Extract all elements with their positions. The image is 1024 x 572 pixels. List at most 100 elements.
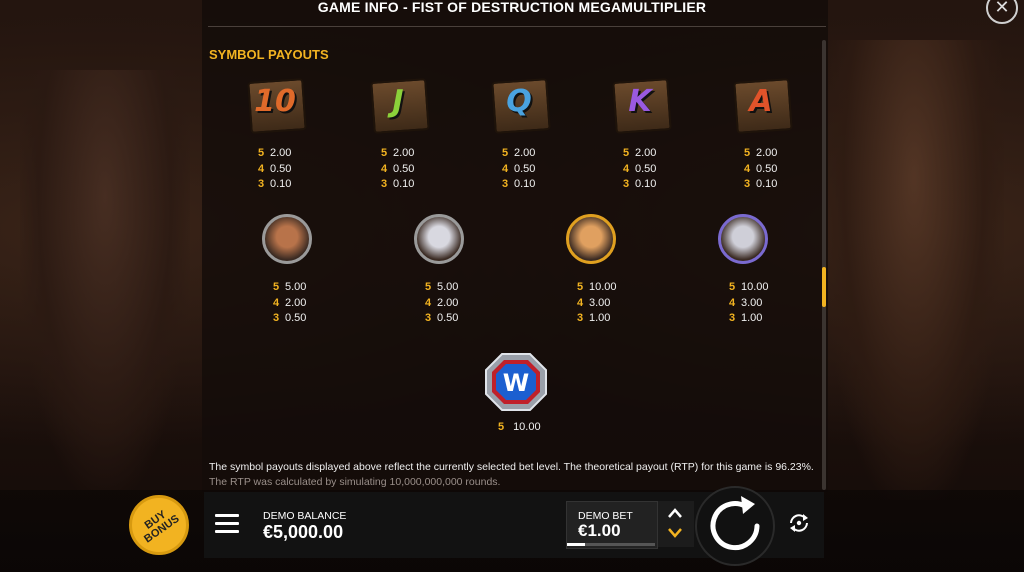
pay-value: 0.50 (393, 162, 415, 175)
pay-count: 5 (381, 147, 388, 159)
pay-row: 5 2.00 (502, 146, 535, 162)
symbol-letter: J (392, 84, 404, 119)
symbol-j-icon: J (366, 76, 430, 136)
pay-row: 5 10.00 (729, 280, 769, 296)
pay-value: 3.00 (741, 296, 763, 309)
background-fighter-left (20, 70, 190, 490)
balance-value: €5,000.00 (263, 522, 344, 542)
section-title: SYMBOL PAYOUTS (209, 47, 329, 62)
pay-value: 3.00 (589, 296, 611, 309)
pay-value: 0.50 (285, 312, 307, 324)
symbol-paytable: 5 5.00 4 2.00 3 0.50 (425, 280, 458, 327)
pay-value: 2.00 (270, 147, 292, 159)
pay-value: 0.10 (635, 178, 657, 190)
portrait-frame (414, 214, 464, 264)
pay-count: 5 (273, 281, 280, 293)
pay-row: 5 10.00 (577, 280, 617, 296)
symbol-paytable: 5 10.00 4 3.00 3 1.00 (729, 280, 769, 327)
page-title: GAME INFO - FIST OF DESTRUCTION MEGAMULT… (317, 0, 707, 15)
pay-row: 3 0.10 (744, 177, 777, 193)
pay-value: 0.50 (437, 312, 459, 324)
pay-value: 2.00 (437, 296, 459, 309)
pay-count: 5 (729, 281, 736, 293)
symbol-paytable: 5 2.00 4 0.50 3 0.10 (744, 146, 777, 193)
scrollbar-track[interactable] (822, 40, 826, 490)
pay-row: 3 0.10 (502, 177, 535, 193)
pay-value: 1.00 (741, 312, 763, 324)
pay-value: 2.00 (393, 147, 415, 159)
pay-row: 5 5.00 (273, 280, 306, 296)
symbol-paytable: 5 2.00 4 0.50 3 0.10 (502, 146, 535, 193)
scrollbar-thumb[interactable] (822, 267, 826, 307)
pay-count: 4 (425, 296, 432, 309)
pay-row: 3 1.00 (729, 311, 769, 327)
pay-row: 4 0.50 (502, 162, 535, 178)
pay-value: 10.00 (513, 421, 541, 433)
title-divider (208, 26, 826, 27)
bet-increase-icon[interactable] (667, 506, 683, 522)
wild-letter: W (503, 369, 529, 397)
symbol-paytable: 5 2.00 4 0.50 3 0.10 (381, 146, 414, 193)
rtp-line-1: The symbol payouts displayed above refle… (209, 461, 814, 473)
spin-button[interactable] (695, 486, 775, 566)
pay-count: 4 (258, 162, 265, 175)
symbol-paytable: 5 10.00 4 3.00 3 1.00 (577, 280, 617, 327)
symbol-paytable: 5 2.00 4 0.50 3 0.10 (623, 146, 656, 193)
background-fighter-right (824, 40, 1004, 500)
pay-value: 0.10 (270, 178, 292, 190)
symbol-10-icon: 10 (243, 76, 307, 136)
bet-decrease-icon[interactable] (667, 526, 683, 542)
portrait-frame (718, 214, 768, 264)
pay-row: 3 0.10 (258, 177, 291, 193)
pay-count: 3 (502, 178, 509, 190)
pay-value: 5.00 (437, 281, 459, 293)
pay-value: 0.50 (270, 162, 292, 175)
pay-row: 4 0.50 (258, 162, 291, 178)
pay-value: 0.50 (635, 162, 657, 175)
symbol-blond-fighter-icon (560, 210, 624, 270)
pay-count: 3 (744, 178, 751, 190)
pay-value: 0.50 (756, 162, 778, 175)
pay-row: 4 2.00 (273, 296, 306, 312)
pay-row: 4 0.50 (381, 162, 414, 178)
portrait-frame (262, 214, 312, 264)
pay-row: 4 0.50 (744, 162, 777, 178)
pay-row: 3 0.50 (425, 311, 458, 327)
pay-row: 4 3.00 (577, 296, 617, 312)
symbol-q-icon: Q (487, 76, 551, 136)
pay-count: 4 (381, 162, 388, 175)
symbol-masked-ninja-icon (712, 210, 776, 270)
pay-value: 10.00 (741, 281, 769, 293)
pay-value: 2.00 (285, 296, 307, 309)
menu-icon[interactable] (215, 514, 239, 534)
pay-count: 5 (502, 147, 509, 159)
pay-row: 3 0.10 (381, 177, 414, 193)
pay-count: 5 (425, 281, 432, 293)
autoplay-icon[interactable] (786, 510, 812, 536)
pay-count: 5 (744, 147, 751, 159)
pay-row: 5 5.00 (425, 280, 458, 296)
pay-value: 10.00 (589, 281, 617, 293)
pay-value: 2.00 (756, 147, 778, 159)
pay-value: 2.00 (635, 147, 657, 159)
buy-bonus-button[interactable]: BUY BONUS (129, 495, 189, 555)
pay-count: 3 (729, 312, 736, 324)
balance-label: DEMO BALANCE (263, 510, 347, 522)
pay-count: 4 (729, 296, 736, 309)
pay-value: 0.50 (514, 162, 536, 175)
pay-count: 4 (623, 162, 630, 175)
pay-row: 5 2.00 (744, 146, 777, 162)
symbol-a-icon: A (729, 76, 793, 136)
pay-value: 0.10 (514, 178, 536, 190)
pay-row: 5 2.00 (381, 146, 414, 162)
symbol-paytable: 5 2.00 4 0.50 3 0.10 (258, 146, 291, 193)
bet-value: €1.00 (578, 521, 621, 540)
pay-value: 1.00 (589, 312, 611, 324)
wild-payline: 5 10.00 (498, 420, 541, 436)
symbol-letter: Q (506, 84, 532, 119)
symbol-white-haired-fighter-icon (408, 210, 472, 270)
symbol-bearded-fighter-icon (256, 210, 320, 270)
pay-count: 5 (498, 421, 505, 433)
pay-value: 0.10 (756, 178, 778, 190)
pay-row: 5 2.00 (623, 146, 656, 162)
